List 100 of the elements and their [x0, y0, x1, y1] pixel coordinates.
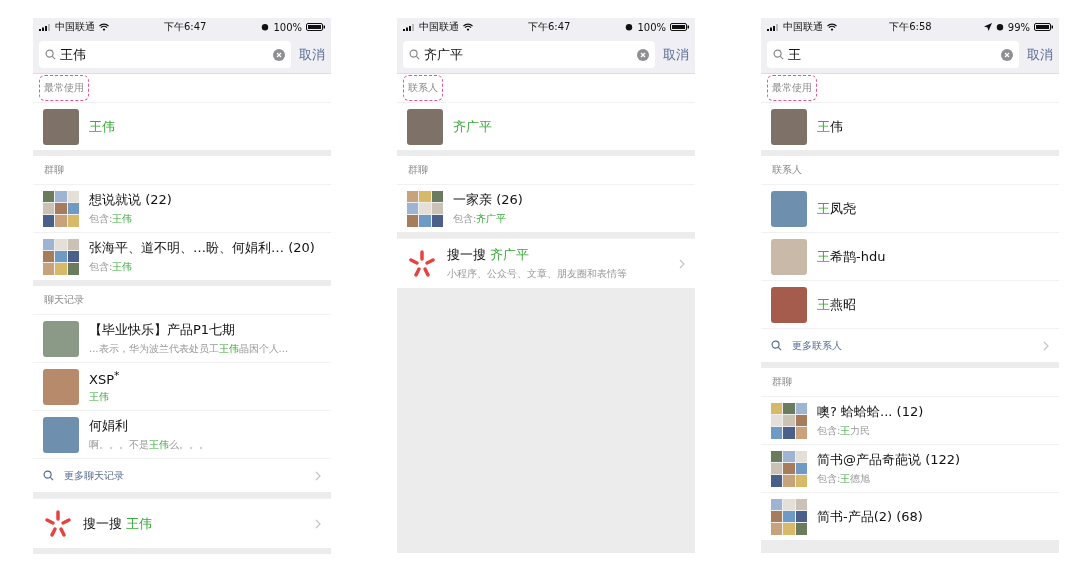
section-title: 联系人 — [403, 75, 443, 101]
photo-placeholder — [771, 286, 807, 323]
chevron-icon — [1043, 340, 1049, 351]
contact-row[interactable]: 王凤尧 — [761, 184, 1059, 232]
contact-name: 王燕昭 — [817, 295, 856, 314]
search-icon — [43, 470, 54, 481]
section-title: 群聊 — [771, 375, 793, 389]
group-row[interactable]: 简书-产品(2) (68) — [761, 492, 1059, 540]
search-input[interactable]: 王 — [788, 47, 997, 62]
section-title: 最常使用 — [767, 75, 817, 101]
photo-placeholder — [771, 108, 807, 145]
contact-name: 王凤尧 — [817, 199, 856, 218]
alarm-icon — [261, 23, 270, 31]
group-row[interactable]: 张海平、道不明、…盼、何娟利… (20) 包含:王伟 — [33, 232, 331, 280]
group-members: 包含:王伟 — [89, 212, 134, 226]
carrier-name: 中国联通 — [55, 20, 95, 34]
search-field[interactable]: 王 — [767, 41, 1019, 68]
search-field[interactable]: 齐广平 — [403, 41, 655, 68]
group-avatar — [407, 190, 443, 227]
alarm-icon — [995, 23, 1004, 31]
location-arrow-icon — [983, 23, 992, 31]
section-title: 最常使用 — [39, 75, 89, 101]
carrier-name: 中国联通 — [783, 20, 823, 34]
group-row[interactable]: 一家亲 (26) 包含:齐广平 — [397, 184, 695, 232]
search-input[interactable]: 王伟 — [60, 47, 269, 62]
group-avatar — [771, 498, 807, 535]
clear-icon[interactable] — [1001, 48, 1013, 61]
group-title: 一家亲 (26) — [453, 191, 524, 209]
contact-name: 王伟 — [817, 117, 843, 136]
contact-name: 王希鹊-hdu — [817, 247, 886, 266]
photo-placeholder — [43, 320, 79, 357]
search-icon — [773, 49, 784, 60]
section-title: 聊天记录 — [43, 293, 85, 307]
signal-icon — [767, 23, 779, 31]
search-one-search-hint: 小程序、公众号、文章、朋友圈和表情等 — [447, 267, 628, 281]
photo-placeholder — [771, 190, 807, 227]
clock-time: 下午6:58 — [889, 20, 932, 34]
search-icon — [45, 49, 56, 60]
more-results-link[interactable]: 更多联系人 — [761, 328, 1059, 362]
search-one-search-title: 搜一搜 齐广平 — [447, 246, 531, 264]
cancel-button[interactable]: 取消 — [1027, 45, 1053, 64]
clear-icon[interactable] — [637, 48, 649, 61]
search-one-search-row[interactable]: 搜一搜 齐广平 小程序、公众号、文章、朋友圈和表情等 — [397, 238, 695, 288]
search-one-search-title: 搜一搜 王伟 — [83, 514, 154, 533]
chevron-icon — [315, 470, 321, 481]
group-row[interactable]: 简书@产品奇葩说 (122) 包含:王德旭 — [761, 444, 1059, 492]
clock-time: 下午6:47 — [527, 20, 571, 34]
group-members: 包含:王力民 — [817, 424, 872, 438]
chat-record-row[interactable]: XSP$^{*}$ 王伟 — [33, 362, 331, 410]
chevron-icon — [315, 518, 321, 529]
group-avatar — [771, 402, 807, 439]
clear-icon[interactable] — [273, 48, 285, 61]
contact-row[interactable]: 王伟 — [761, 102, 1059, 150]
photo-placeholder — [43, 416, 79, 453]
carrier-name: 中国联通 — [419, 20, 459, 34]
contact-row[interactable]: 王希鹊-hdu — [761, 232, 1059, 280]
search-one-search-row[interactable]: 搜一搜 王伟 — [33, 498, 331, 548]
group-title: 简书@产品奇葩说 (122) — [817, 451, 962, 469]
star-burst-logo-icon — [43, 508, 73, 539]
wifi-icon — [463, 23, 473, 31]
group-title: 简书-产品(2) (68) — [817, 507, 924, 526]
group-avatar — [43, 238, 79, 275]
section-title: 群聊 — [407, 163, 429, 177]
photo-placeholder — [771, 238, 807, 275]
chat-snippet: 啊。。。不是王伟么。。。 — [89, 438, 210, 452]
battery-percent: 100% — [273, 21, 302, 33]
star-burst-logo-icon — [407, 248, 437, 279]
chat-record-row[interactable]: 何娟利 啊。。。不是王伟么。。。 — [33, 410, 331, 458]
chat-title: XSP$^{*}$ — [89, 368, 121, 388]
contact-name: 齐广平 — [453, 117, 492, 136]
clock-time: 下午6:47 — [163, 20, 207, 34]
search-field[interactable]: 王伟 — [39, 41, 291, 68]
contact-name: 王伟 — [89, 117, 115, 136]
chat-title: 【毕业快乐】产品P1七期 — [89, 321, 237, 339]
photo-placeholder — [407, 108, 443, 145]
battery-icon — [1034, 23, 1053, 31]
group-avatar — [43, 190, 79, 227]
group-members: 包含:齐广平 — [453, 212, 508, 226]
chat-snippet: 王伟 — [89, 390, 110, 405]
battery-icon — [306, 23, 325, 31]
alarm-icon — [625, 23, 634, 31]
chat-record-row[interactable]: 【毕业快乐】产品P1七期 ...表示，华为波兰代表处员工王伟晶因个人... — [33, 314, 331, 362]
group-title: 张海平、道不明、…盼、何娟利… (20) — [89, 239, 316, 257]
chevron-icon — [679, 258, 685, 269]
section-title: 群聊 — [43, 163, 65, 177]
group-row[interactable]: 噢? 蛤蛤蛤... (12) 包含:王力民 — [761, 396, 1059, 444]
cancel-button[interactable]: 取消 — [663, 45, 689, 64]
group-row[interactable]: 想说就说 (22) 包含:王伟 — [33, 184, 331, 232]
battery-percent: 99% — [1007, 21, 1030, 33]
chat-snippet: ...表示，华为波兰代表处员工王伟晶因个人... — [89, 342, 290, 356]
search-input[interactable]: 齐广平 — [424, 47, 633, 62]
wifi-icon — [827, 23, 837, 31]
signal-icon — [39, 23, 51, 31]
battery-icon — [670, 23, 689, 31]
contact-row[interactable]: 王燕昭 — [761, 280, 1059, 328]
search-icon — [771, 340, 782, 351]
cancel-button[interactable]: 取消 — [299, 45, 325, 64]
battery-percent: 100% — [637, 21, 666, 33]
more-results-link[interactable]: 更多聊天记录 — [33, 458, 331, 492]
section-title: 联系人 — [771, 163, 803, 177]
